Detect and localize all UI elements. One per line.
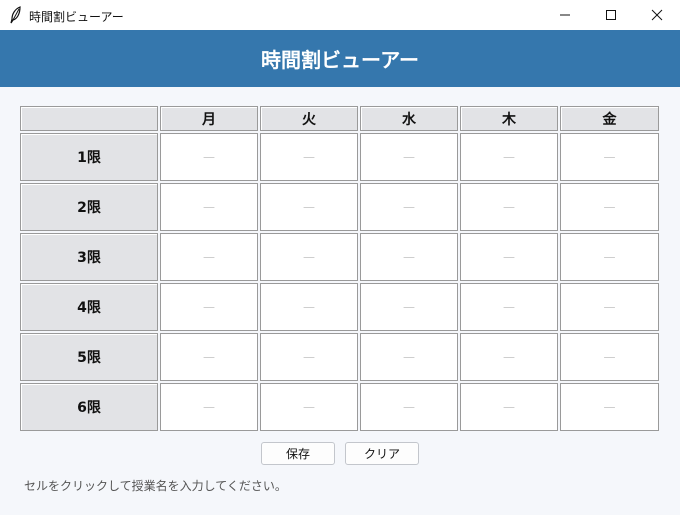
app-header: 時間割ビューアー — [0, 30, 680, 87]
timetable-cell[interactable]: — — [360, 183, 458, 231]
timetable-cell[interactable]: — — [360, 133, 458, 181]
timetable-cell[interactable]: — — [360, 333, 458, 381]
period-header: 3限 — [20, 233, 158, 281]
timetable-cell[interactable]: — — [460, 233, 558, 281]
timetable-cell[interactable]: — — [560, 133, 659, 181]
timetable-cell[interactable]: — — [460, 383, 558, 431]
timetable-cell[interactable]: — — [160, 333, 258, 381]
timetable-cell[interactable]: — — [560, 183, 659, 231]
minimize-icon — [560, 14, 570, 16]
timetable-cell[interactable]: — — [260, 183, 358, 231]
timetable-cell[interactable]: — — [260, 333, 358, 381]
timetable-cell[interactable]: — — [260, 283, 358, 331]
timetable-cell[interactable]: — — [560, 383, 659, 431]
close-button[interactable] — [634, 0, 680, 30]
feather-icon — [10, 6, 21, 24]
timetable-cell[interactable]: — — [260, 233, 358, 281]
timetable-cell[interactable]: — — [360, 233, 458, 281]
instruction-text: セルをクリックして授業名を入力してください。 — [24, 479, 287, 493]
timetable-grid: 月火水木金 1限 — — — — —2限 — — — — —3限 — — — — —4限 — — — — —5限 — — — — —… — [20, 106, 661, 433]
timetable-cell[interactable]: — — [460, 283, 558, 331]
timetable-cell[interactable]: — — [160, 383, 258, 431]
maximize-icon — [606, 10, 616, 20]
timetable-cell[interactable]: — — [560, 233, 659, 281]
period-header: 1限 — [20, 133, 158, 181]
timetable-cell[interactable]: — — [460, 183, 558, 231]
clear-button[interactable]: クリア — [345, 442, 419, 465]
timetable-cell[interactable]: — — [260, 133, 358, 181]
period-header: 4限 — [20, 283, 158, 331]
timetable-cell[interactable]: — — [360, 383, 458, 431]
save-button[interactable]: 保存 — [261, 442, 335, 465]
window-titlebar: 時間割ビューアー — [0, 0, 680, 30]
page-title: 時間割ビューアー — [261, 48, 419, 72]
window-title: 時間割ビューアー — [29, 10, 124, 24]
day-header: 水 — [360, 106, 458, 131]
timetable-cell[interactable]: — — [560, 283, 659, 331]
period-header: 6限 — [20, 383, 158, 431]
timetable-cell[interactable]: — — [260, 383, 358, 431]
minimize-button[interactable] — [542, 0, 588, 30]
grid-corner — [20, 106, 158, 131]
timetable-cell[interactable]: — — [560, 333, 659, 381]
timetable-cell[interactable]: — — [460, 133, 558, 181]
period-header: 2限 — [20, 183, 158, 231]
timetable-cell[interactable]: — — [360, 283, 458, 331]
timetable-cell[interactable]: — — [160, 283, 258, 331]
day-header: 金 — [560, 106, 659, 131]
timetable-cell[interactable]: — — [160, 183, 258, 231]
timetable-cell[interactable]: — — [460, 333, 558, 381]
day-header: 火 — [260, 106, 358, 131]
timetable-cell[interactable]: — — [160, 133, 258, 181]
timetable-cell[interactable]: — — [160, 233, 258, 281]
close-icon — [651, 9, 663, 21]
period-header: 5限 — [20, 333, 158, 381]
day-header: 木 — [460, 106, 558, 131]
maximize-button[interactable] — [588, 0, 634, 30]
day-header: 月 — [160, 106, 258, 131]
